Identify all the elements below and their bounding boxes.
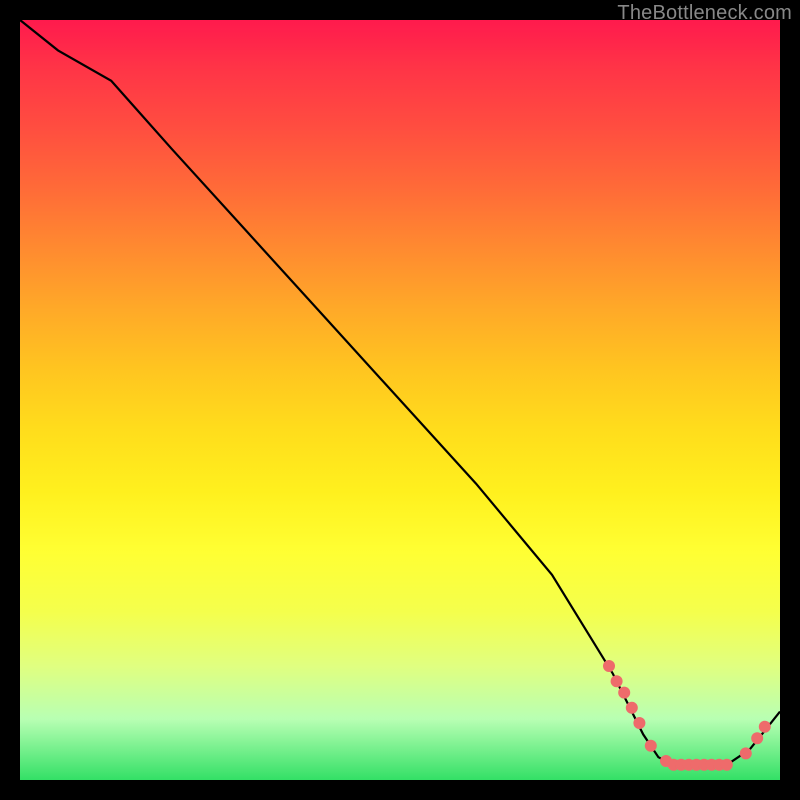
curve-marker: [759, 721, 771, 733]
curve-marker: [603, 660, 615, 672]
curve-line: [20, 20, 780, 765]
watermark-text: TheBottleneck.com: [617, 2, 792, 25]
curve-marker: [611, 675, 623, 687]
curve-marker: [721, 759, 733, 771]
curve-marker: [633, 717, 645, 729]
curve-markers: [603, 660, 771, 771]
curve-marker: [740, 747, 752, 759]
chart-frame: TheBottleneck.com: [0, 0, 800, 800]
chart-svg: [20, 20, 780, 780]
curve-marker: [751, 732, 763, 744]
curve-marker: [645, 740, 657, 752]
curve-marker: [626, 702, 638, 714]
curve-marker: [618, 687, 630, 699]
plot-area: [20, 20, 780, 780]
